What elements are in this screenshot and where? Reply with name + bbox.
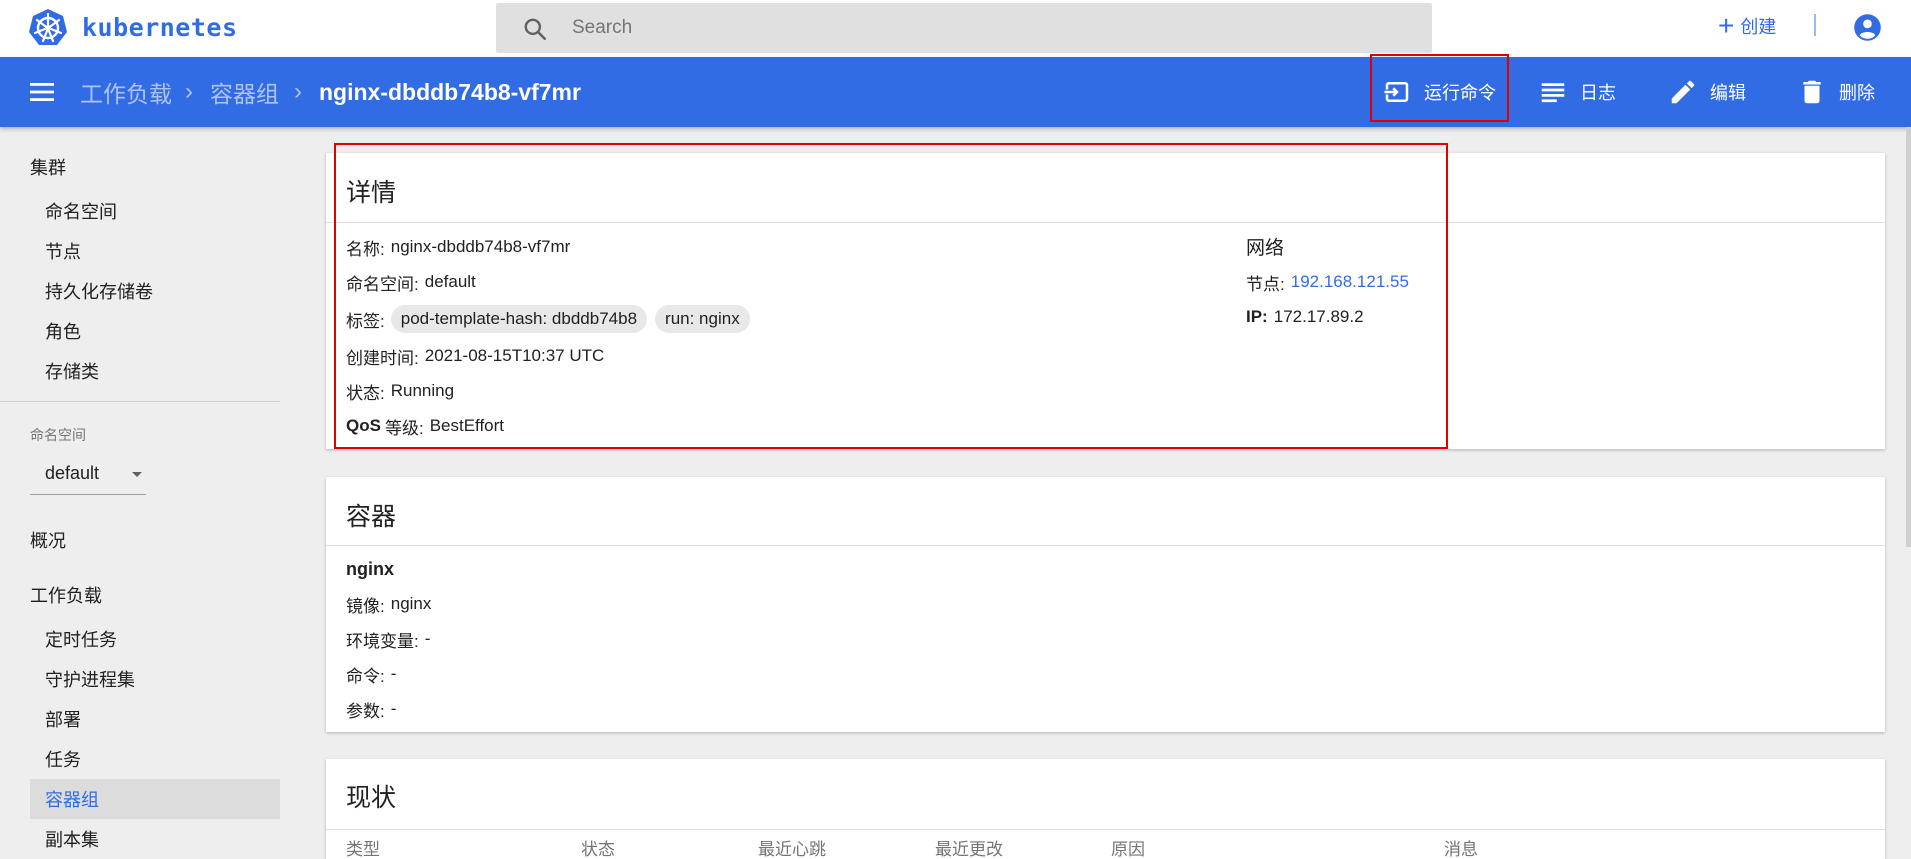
kubernetes-logo-icon[interactable]	[28, 8, 68, 48]
sidebar-item-overview[interactable]: 概况	[30, 527, 66, 553]
container-args-row: 参数: -	[346, 696, 396, 722]
exec-button-highlight	[1370, 54, 1509, 122]
plus-icon: +	[1718, 10, 1735, 41]
container-env-value: -	[424, 629, 431, 648]
search-bar[interactable]	[496, 3, 1432, 53]
trash-icon	[1803, 80, 1821, 104]
brand-name[interactable]: kubernetes	[82, 13, 238, 42]
sidebar-item-persistent-volumes[interactable]: 持久化存储卷	[30, 271, 280, 311]
container-env-key: 环境变量:	[346, 631, 419, 651]
sidebar-item-pods[interactable]: 容器组	[30, 779, 280, 819]
pencil-icon	[1671, 80, 1695, 104]
sidebar: 集群 命名空间 节点 持久化存储卷 角色 存储类 命名空间 default 概况…	[0, 127, 290, 859]
dropdown-arrow-icon	[132, 472, 142, 477]
container-image-row: 镜像: nginx	[346, 591, 431, 617]
create-button-label: 创建	[1740, 17, 1777, 37]
menu-icon[interactable]	[28, 80, 56, 104]
logs-icon	[1541, 83, 1565, 103]
logs-button-label: 日志	[1580, 83, 1616, 103]
create-button[interactable]: + 创建	[1718, 11, 1776, 41]
column-header-reason[interactable]: 原因	[1111, 835, 1145, 859]
sidebar-item-nodes[interactable]: 节点	[30, 231, 280, 271]
containers-card-title: 容器	[346, 503, 397, 531]
container-cmd-key: 命令:	[346, 666, 385, 686]
container-cmd-row: 命令: -	[346, 661, 396, 687]
column-header-message[interactable]: 消息	[1444, 835, 1478, 859]
container-args-key: 参数:	[346, 701, 385, 721]
account-circle-icon[interactable]	[1853, 13, 1882, 42]
column-header-last-probe[interactable]: 最近心跳	[758, 835, 826, 859]
sidebar-item-namespaces[interactable]: 命名空间	[30, 191, 280, 231]
sidebar-section-cluster[interactable]: 集群	[30, 154, 66, 180]
container-args-value: -	[390, 699, 397, 718]
breadcrumb-pods[interactable]: 容器组	[210, 57, 279, 127]
container-env-row: 环境变量: -	[346, 626, 430, 652]
conditions-card-title: 现状	[346, 784, 397, 812]
container-image-key: 镜像:	[346, 596, 385, 616]
edit-button[interactable]: 编辑	[1668, 57, 1746, 127]
column-header-last-transition[interactable]: 最近更改	[935, 835, 1003, 859]
sidebar-item-replicasets[interactable]: 副本集	[30, 819, 280, 859]
sidebar-item-jobs[interactable]: 任务	[30, 739, 280, 779]
conditions-card: 现状	[326, 759, 1885, 859]
card-divider	[326, 829, 1885, 830]
container-name: nginx	[346, 558, 394, 579]
header-divider	[1814, 14, 1816, 36]
sidebar-item-daemonsets[interactable]: 守护进程集	[30, 659, 280, 699]
namespace-selector-label: 命名空间	[30, 427, 86, 443]
column-header-status[interactable]: 状态	[581, 835, 615, 859]
containers-card: 容器 nginx 镜像: nginx 环境变量: - 命令: - 参数: -	[326, 477, 1885, 732]
namespace-selector[interactable]: default	[30, 453, 146, 495]
details-highlight	[334, 143, 1448, 449]
action-toolbar: 工作负载 › 容器组 › nginx-dbddb74b8-vf7mr 运行命令 …	[0, 57, 1911, 127]
card-divider	[326, 545, 1885, 546]
scrollbar[interactable]	[1906, 127, 1911, 547]
breadcrumb-workloads[interactable]: 工作负载	[80, 57, 172, 127]
search-input[interactable]	[572, 3, 1412, 53]
logs-button[interactable]: 日志	[1538, 57, 1616, 127]
chevron-right-icon: ›	[185, 78, 193, 105]
sidebar-item-cronjobs[interactable]: 定时任务	[30, 619, 280, 659]
sidebar-divider	[0, 401, 280, 402]
search-icon	[524, 18, 547, 41]
container-image-value: nginx	[390, 594, 432, 613]
top-bar: kubernetes + 创建	[0, 0, 1911, 57]
page-title: nginx-dbddb74b8-vf7mr	[319, 78, 581, 105]
sidebar-item-storage-classes[interactable]: 存储类	[30, 351, 280, 391]
column-header-type[interactable]: 类型	[346, 835, 380, 859]
sidebar-section-workloads[interactable]: 工作负载	[30, 582, 102, 608]
delete-button-label: 删除	[1839, 83, 1875, 103]
sidebar-item-deployments[interactable]: 部署	[30, 699, 280, 739]
edit-button-label: 编辑	[1710, 83, 1746, 103]
chevron-right-icon: ›	[294, 78, 302, 105]
container-cmd-value: -	[390, 664, 397, 683]
sidebar-item-roles[interactable]: 角色	[30, 311, 280, 351]
delete-button[interactable]: 删除	[1797, 57, 1875, 127]
namespace-selector-value: default	[45, 463, 100, 483]
